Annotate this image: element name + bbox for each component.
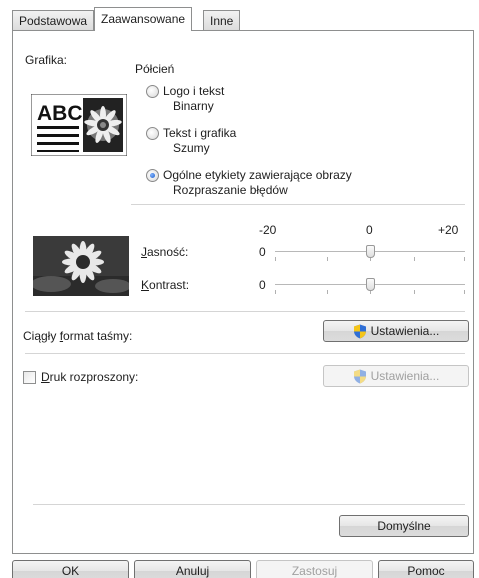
button-label: Ustawienia...: [370, 324, 440, 338]
help-button[interactable]: Pomoc: [378, 560, 474, 578]
distributed-print-label[interactable]: Druk rozproszony:: [41, 370, 138, 384]
continuous-settings-button[interactable]: Ustawienia...: [323, 320, 469, 342]
tab-zaawansowane[interactable]: Zaawansowane: [94, 7, 193, 31]
tab-label: Zaawansowane: [101, 12, 186, 26]
option-logo-text-label[interactable]: Logo i tekst: [163, 84, 224, 98]
option-general-labels-label[interactable]: Ogólne etykiety zawierające obrazy: [163, 168, 352, 182]
cancel-button[interactable]: Anuluj: [134, 560, 251, 578]
brightness-slider[interactable]: [271, 243, 471, 263]
tab-label: Inne: [210, 14, 234, 28]
option-logo-text-sub: Binarny: [173, 99, 214, 113]
option-general-labels-sub: Rozpraszanie błędów: [173, 183, 288, 197]
distributed-settings-button[interactable]: Ustawienia...: [323, 365, 469, 387]
radio-logo-text[interactable]: [146, 85, 159, 98]
brightness-slider-thumb[interactable]: [366, 245, 375, 258]
scale-mid-label: 0: [366, 223, 373, 237]
uac-shield-icon: [353, 369, 366, 383]
ok-button[interactable]: OK: [12, 560, 129, 578]
scale-max-label: +20: [438, 223, 459, 237]
radio-general-labels[interactable]: [146, 169, 159, 182]
tab-podstawowa[interactable]: Podstawowa: [12, 10, 95, 30]
contrast-value: 0: [259, 278, 266, 292]
radio-text-graphics[interactable]: [146, 127, 159, 140]
contrast-label: Kontrast:: [141, 278, 190, 292]
sunflower-preview-image: [31, 236, 131, 296]
continuous-format-label: Ciągły format taśmy:: [23, 329, 133, 343]
option-title: Logo i tekst: [163, 84, 225, 98]
contrast-slider[interactable]: [271, 276, 471, 296]
divider: [25, 311, 465, 312]
graphics-label: Grafika:: [25, 53, 68, 67]
distributed-print-checkbox[interactable]: [23, 371, 36, 384]
advanced-panel: Grafika: ABC Półcień Logo i tekst Binarn…: [12, 30, 474, 554]
brightness-value: 0: [259, 245, 266, 259]
option-text-graphics-sub: Szumy: [173, 141, 210, 155]
button-label: Ustawienia...: [370, 369, 440, 383]
option-text-graphics-label[interactable]: Tekst i grafika: [163, 126, 236, 140]
tab-label: Podstawowa: [19, 14, 88, 28]
uac-shield-icon: [353, 324, 366, 338]
contrast-slider-thumb[interactable]: [366, 278, 375, 291]
divider: [33, 504, 465, 505]
halftone-group-label: Półcień: [135, 62, 175, 76]
divider: [131, 204, 465, 205]
defaults-button[interactable]: Domyślne: [339, 515, 469, 537]
scale-min-label: -20: [259, 223, 277, 237]
apply-button[interactable]: Zastosuj: [256, 560, 373, 578]
divider: [25, 353, 465, 354]
tab-inne[interactable]: Inne: [203, 10, 241, 30]
brightness-label: Jasność:: [141, 245, 189, 259]
preview-abc-text: ABC: [37, 102, 83, 125]
halftone-preview-image: ABC: [30, 93, 128, 157]
